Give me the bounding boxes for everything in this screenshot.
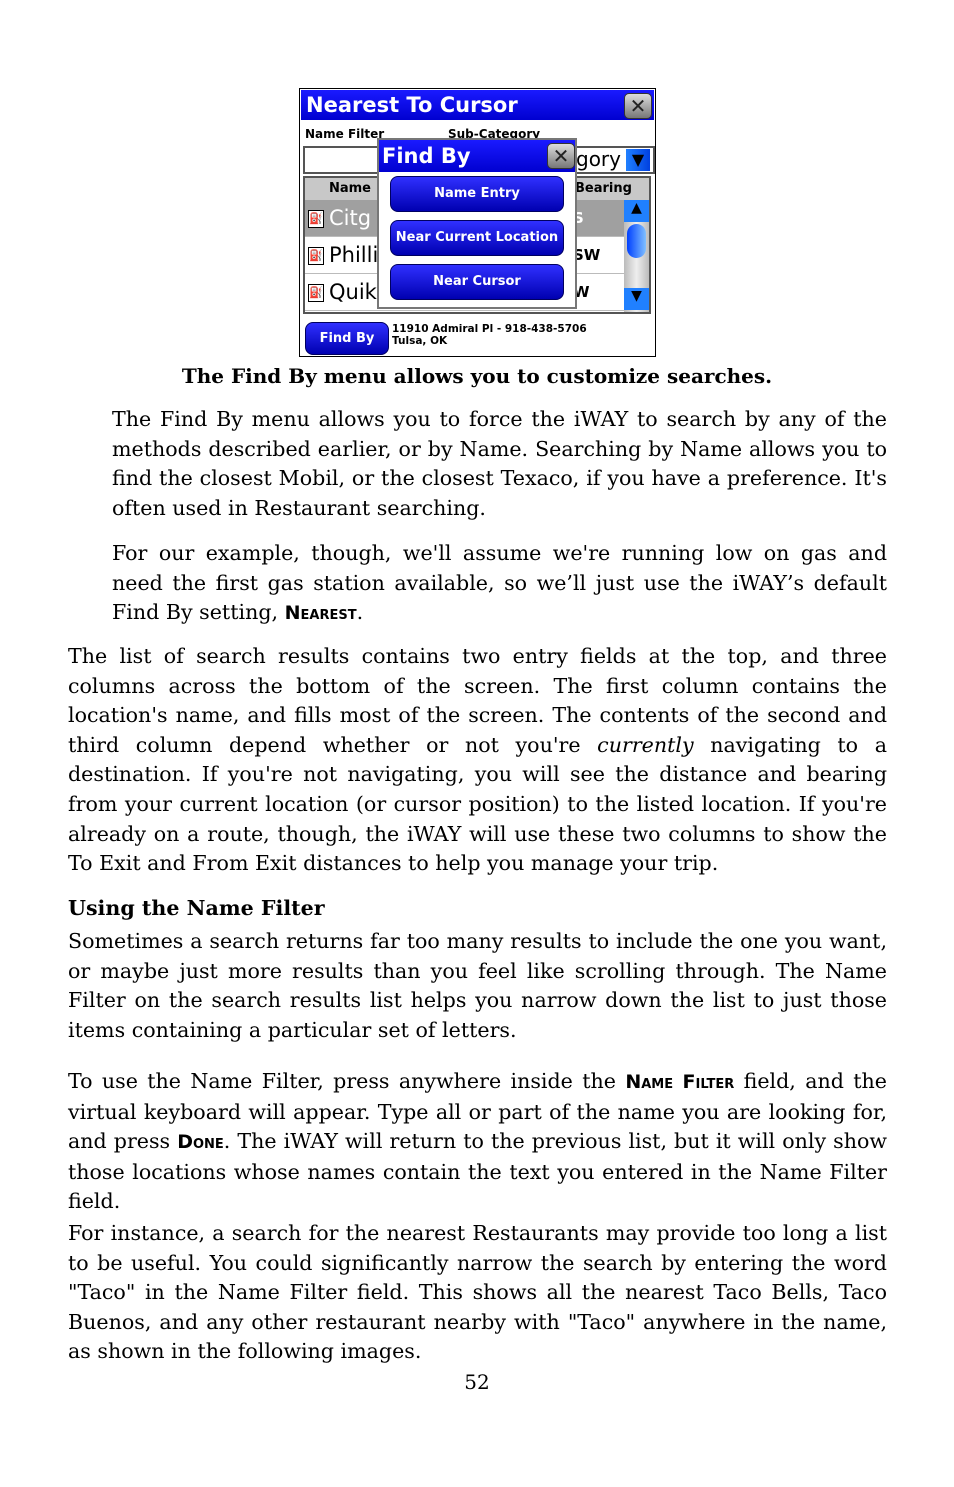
near-cursor-button[interactable]: Near Cursor (390, 264, 564, 300)
address: 11910 Admiral Pl - 918-438-5706 Tulsa, O… (392, 323, 587, 347)
subcategory-value[interactable]: gory (576, 146, 621, 172)
near-current-location-button[interactable]: Near Current Location (390, 220, 564, 256)
paragraph: The list of search results contains two … (68, 644, 887, 876)
device-screenshot: Nearest To Cursor ✕ Name Filter Sub-Cate… (299, 88, 656, 357)
chevron-down-icon[interactable]: ▼ (626, 149, 650, 171)
address-line2: Tulsa, OK (392, 335, 448, 347)
section-heading: Using the Name Filter (68, 896, 325, 920)
done-term: Done (177, 1131, 224, 1154)
row-name: Quik (329, 280, 377, 304)
scroll-up-icon[interactable]: ▲ (624, 200, 649, 222)
paragraph: For our example, though, we'll assume we… (112, 541, 887, 625)
row-name: Citg (329, 206, 372, 230)
scrollbar[interactable]: ▲ ▼ (624, 200, 649, 312)
scroll-down-icon[interactable]: ▼ (624, 288, 649, 310)
paragraph: For instance, a search for the nearest R… (68, 1221, 887, 1364)
row-name: Philli (329, 243, 379, 267)
paragraph: The Find By menu allows you to force the… (112, 407, 887, 520)
find-by-button[interactable]: Find By (305, 322, 389, 355)
scroll-thumb[interactable] (627, 224, 646, 258)
gas-pump-icon: ⛽ (308, 284, 324, 302)
find-by-popup: Find By ✕ Name Entry Near Current Locati… (377, 138, 577, 309)
paragraph: To use the Name Filter, press anywhere i… (68, 1069, 887, 1214)
figure-caption: The Find By menu allows you to customize… (181, 364, 773, 388)
nearest-term: Nearest (284, 602, 357, 625)
name-filter-term: Name Filter (625, 1071, 735, 1093)
page-number: 52 (464, 1370, 490, 1394)
col-bearing: Bearing (575, 181, 632, 196)
close-icon[interactable]: ✕ (547, 143, 575, 169)
name-entry-button[interactable]: Name Entry (390, 176, 564, 212)
address-line1: 11910 Admiral Pl - 918-438-5706 (392, 323, 587, 335)
name-filter-label: Name Filter (305, 127, 385, 141)
window-title: Nearest To Cursor (301, 90, 654, 120)
row-bearing: SW (573, 246, 601, 264)
gas-pump-icon: ⛽ (308, 210, 324, 228)
popup-title: Find By (379, 140, 575, 172)
close-icon[interactable]: ✕ (624, 93, 652, 119)
paragraph: Sometimes a search returns far too many … (68, 929, 887, 1042)
manual-page: Nearest To Cursor ✕ Name Filter Sub-Cate… (0, 0, 954, 1487)
gas-pump-icon: ⛽ (308, 247, 324, 265)
